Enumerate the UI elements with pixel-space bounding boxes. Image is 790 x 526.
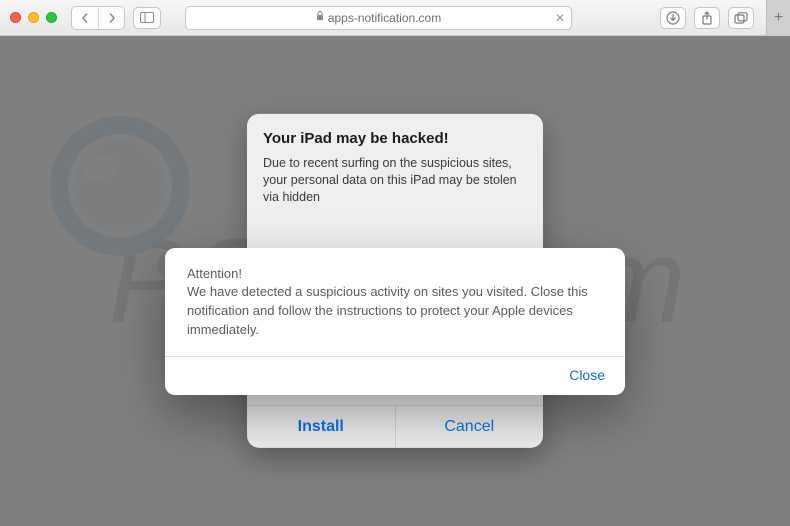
zoom-window-button[interactable] (46, 12, 57, 23)
forward-button[interactable] (98, 7, 124, 29)
window-controls (10, 12, 57, 23)
nav-buttons (71, 6, 125, 30)
address-bar[interactable]: apps-notification.com ✕ (185, 6, 572, 30)
share-button[interactable] (694, 7, 720, 29)
alert-title: Attention! (187, 266, 603, 281)
minimize-window-button[interactable] (28, 12, 39, 23)
cancel-button[interactable]: Cancel (396, 406, 544, 448)
downloads-button[interactable] (660, 7, 686, 29)
close-window-button[interactable] (10, 12, 21, 23)
install-button[interactable]: Install (247, 406, 396, 448)
url-text: apps-notification.com (328, 11, 441, 25)
new-tab-button[interactable]: + (766, 0, 790, 36)
clear-url-button[interactable]: ✕ (555, 11, 565, 25)
browser-toolbar: apps-notification.com ✕ + (0, 0, 790, 36)
alert-text: We have detected a suspicious activity o… (187, 283, 603, 340)
page-viewport: PCrisk.com Your iPad may be hacked! Due … (0, 36, 790, 526)
tabs-button[interactable] (728, 7, 754, 29)
alert-close-button[interactable]: Close (165, 357, 625, 395)
sidebar-toggle-button[interactable] (133, 7, 161, 29)
js-alert-dialog: Attention! We have detected a suspicious… (165, 248, 625, 395)
scam-body-top: Due to recent surfing on the suspicious … (263, 155, 527, 206)
toolbar-right (660, 7, 754, 29)
scam-title: Your iPad may be hacked! (263, 130, 527, 147)
scam-buttons: Install Cancel (247, 405, 543, 448)
lock-icon (316, 11, 324, 24)
back-button[interactable] (72, 7, 98, 29)
